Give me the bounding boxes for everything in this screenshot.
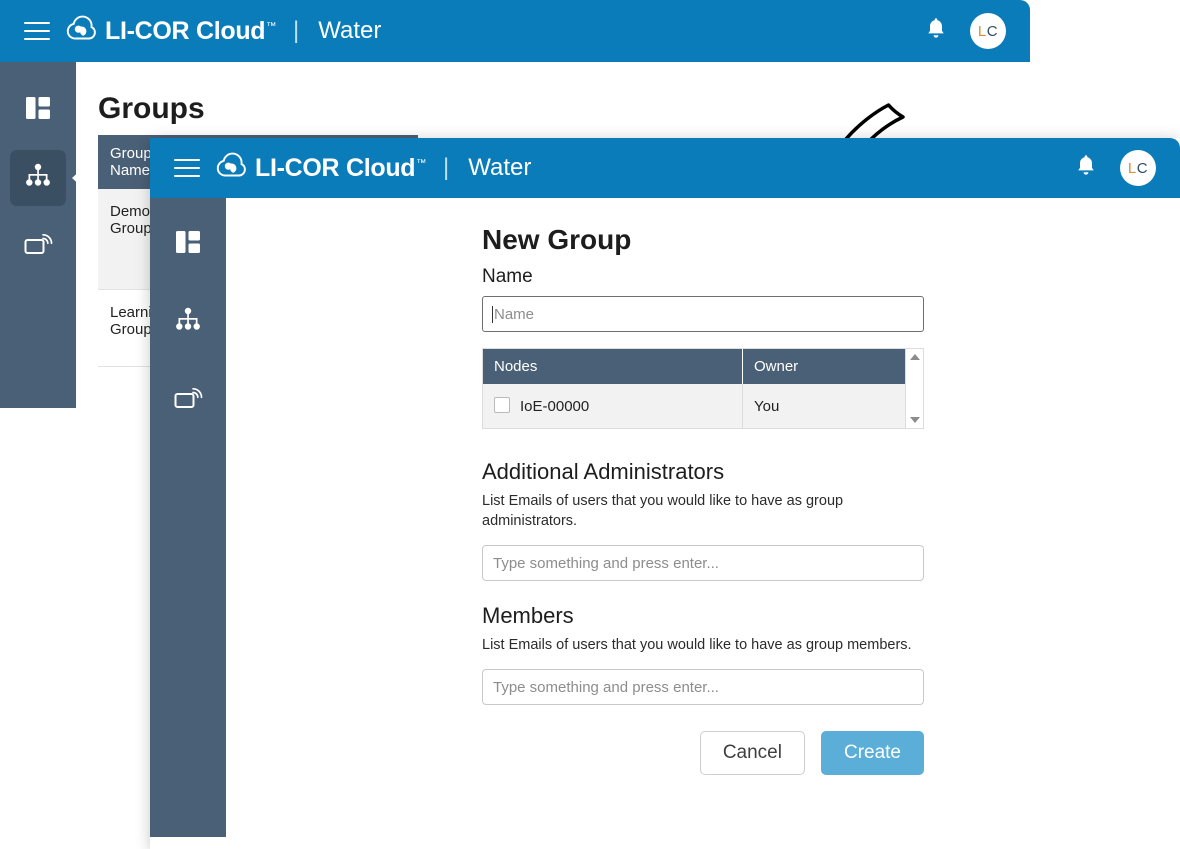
additional-administrators-heading: Additional Administrators bbox=[482, 459, 725, 484]
dialog-header-actions: LC bbox=[1076, 150, 1156, 186]
header-actions: LC bbox=[926, 13, 1006, 49]
owner-column-header: Owner bbox=[742, 349, 905, 384]
org-hierarchy-icon bbox=[23, 163, 53, 194]
cancel-button[interactable]: Cancel bbox=[699, 731, 805, 775]
dialog-sidebar bbox=[150, 198, 226, 837]
dialog-body: New Group Name Name Nodes Owner IoE-0000 bbox=[226, 198, 1180, 849]
owner-cell: You bbox=[742, 384, 905, 428]
name-input-placeholder: Name bbox=[494, 305, 535, 323]
node-name: IoE-00000 bbox=[520, 398, 590, 415]
primary-sidebar bbox=[0, 62, 76, 408]
avatar-initial-first: L bbox=[977, 22, 987, 40]
dialog-header: LI-COR Cloud™ | Water LC bbox=[150, 138, 1180, 198]
device-wireless-icon bbox=[173, 384, 203, 417]
nodes-scrollbar[interactable] bbox=[905, 349, 923, 428]
additional-administrators-helper: List Emails of users that you would like… bbox=[482, 493, 844, 529]
avatar-initial-second: C bbox=[1136, 159, 1149, 177]
page-title: Groups bbox=[98, 92, 205, 125]
licor-cloud-logo-icon bbox=[216, 152, 246, 185]
dashboard-grid-icon bbox=[24, 94, 52, 127]
dialog-actions: Cancel Create bbox=[482, 731, 924, 775]
members-input[interactable] bbox=[482, 669, 924, 705]
brand-lockup: LI-COR Cloud™ | Water bbox=[216, 152, 531, 185]
hamburger-icon[interactable] bbox=[24, 22, 50, 40]
notification-bell-icon[interactable] bbox=[1076, 154, 1096, 182]
device-wireless-icon bbox=[23, 230, 53, 263]
nodes-column-header: Nodes bbox=[483, 349, 743, 384]
members-helper: List Emails of users that you would like… bbox=[482, 637, 912, 653]
members-heading: Members bbox=[482, 603, 574, 628]
nodes-table-container: Nodes Owner IoE-00000 You bbox=[482, 348, 924, 429]
create-button[interactable]: Create bbox=[820, 731, 924, 775]
sidebar-item-groups[interactable] bbox=[10, 150, 66, 206]
brand-name: LI-COR Cloud™ bbox=[255, 153, 426, 182]
nodes-table-header-row: Nodes Owner bbox=[483, 349, 905, 384]
licor-cloud-logo-icon bbox=[66, 15, 96, 48]
sidebar-item-groups[interactable] bbox=[160, 294, 216, 350]
brand-separator: | bbox=[442, 154, 450, 181]
brand-separator: | bbox=[292, 17, 300, 44]
sidebar-item-devices[interactable] bbox=[10, 218, 66, 274]
sidebar-item-dashboard[interactable] bbox=[160, 216, 216, 272]
avatar-initial-first: L bbox=[1127, 159, 1137, 177]
sidebar-item-dashboard[interactable] bbox=[10, 82, 66, 138]
table-row[interactable]: IoE-00000 You bbox=[483, 384, 905, 428]
nodes-table: Nodes Owner IoE-00000 You bbox=[483, 349, 905, 428]
dialog-title: New Group bbox=[482, 224, 632, 255]
org-hierarchy-icon bbox=[173, 307, 203, 338]
scroll-down-arrow-icon[interactable] bbox=[909, 417, 920, 423]
avatar-initial-second: C bbox=[986, 22, 999, 40]
brand-name: LI-COR Cloud™ bbox=[105, 16, 276, 45]
app-name: Water bbox=[468, 154, 532, 181]
notification-bell-icon[interactable] bbox=[926, 17, 946, 45]
name-input[interactable]: Name bbox=[482, 296, 924, 332]
hamburger-icon[interactable] bbox=[174, 159, 200, 177]
name-field-label: Name bbox=[482, 266, 533, 287]
additional-administrators-input[interactable] bbox=[482, 545, 924, 581]
app-name: Water bbox=[318, 17, 382, 44]
avatar[interactable]: LC bbox=[1120, 150, 1156, 186]
avatar[interactable]: LC bbox=[970, 13, 1006, 49]
text-caret bbox=[492, 305, 493, 323]
dashboard-grid-icon bbox=[174, 228, 202, 261]
new-group-dialog: LI-COR Cloud™ | Water LC New Group Name … bbox=[150, 138, 1180, 849]
node-checkbox[interactable] bbox=[494, 397, 510, 413]
scroll-up-arrow-icon[interactable] bbox=[909, 354, 920, 360]
app-header: LI-COR Cloud™ | Water LC bbox=[0, 0, 1030, 62]
new-group-form: New Group Name Name Nodes Owner IoE-0000 bbox=[482, 224, 924, 775]
sidebar-item-devices[interactable] bbox=[160, 372, 216, 428]
brand-lockup: LI-COR Cloud™ | Water bbox=[66, 15, 381, 48]
node-cell: IoE-00000 bbox=[483, 384, 743, 428]
